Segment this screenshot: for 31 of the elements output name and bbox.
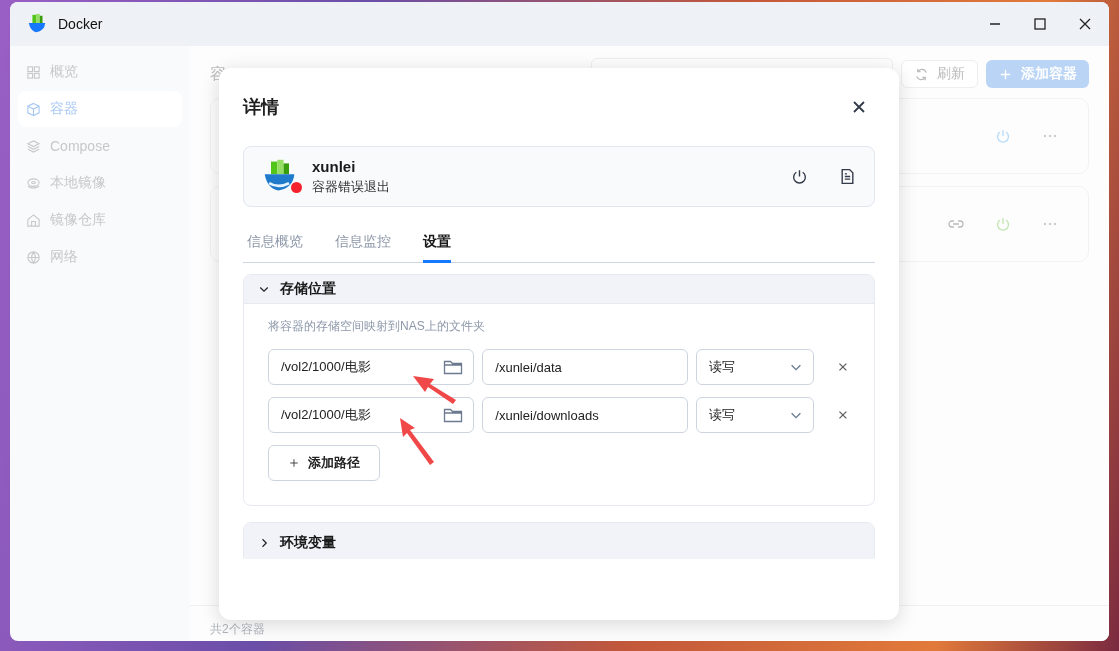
cube-icon bbox=[26, 101, 41, 117]
grid-icon bbox=[26, 64, 41, 80]
annotation-arrow bbox=[400, 418, 434, 465]
section-description: 将容器的存储空间映射到NAS上的文件夹 bbox=[268, 318, 486, 335]
disc-icon bbox=[26, 175, 41, 191]
folder-icon[interactable] bbox=[443, 407, 464, 423]
power-icon[interactable] bbox=[791, 168, 808, 185]
container-path-field[interactable]: /xunlei/data bbox=[482, 349, 688, 385]
layers-icon bbox=[26, 138, 41, 154]
close-icon[interactable] bbox=[851, 99, 867, 115]
container-count: 共2个容器 bbox=[210, 621, 265, 638]
plus-icon bbox=[288, 457, 300, 469]
container-name: xunlei bbox=[312, 157, 357, 175]
folder-icon[interactable] bbox=[443, 359, 464, 375]
document-icon[interactable] bbox=[839, 168, 856, 185]
container-status: 容器错误退出 bbox=[312, 177, 391, 196]
refresh-icon bbox=[914, 66, 929, 82]
dialog-title: 详情 bbox=[243, 96, 279, 119]
annotation-arrow bbox=[413, 376, 456, 404]
container-path-field[interactable]: /xunlei/downloads bbox=[482, 397, 688, 433]
mode-select[interactable]: 读写 bbox=[695, 397, 815, 433]
add-path-button[interactable]: 添加路径 bbox=[268, 445, 380, 481]
section-header[interactable]: 环境变量 bbox=[244, 523, 874, 559]
house-icon bbox=[26, 212, 41, 228]
window-title: Docker bbox=[58, 16, 103, 32]
globe-icon bbox=[26, 249, 41, 265]
mode-select[interactable]: 读写 bbox=[695, 349, 815, 385]
maximize-icon[interactable] bbox=[1032, 16, 1048, 32]
close-icon[interactable] bbox=[1077, 16, 1093, 32]
section-header[interactable]: 存储位置 bbox=[244, 275, 874, 304]
tab[interactable]: 设置 bbox=[423, 227, 451, 263]
